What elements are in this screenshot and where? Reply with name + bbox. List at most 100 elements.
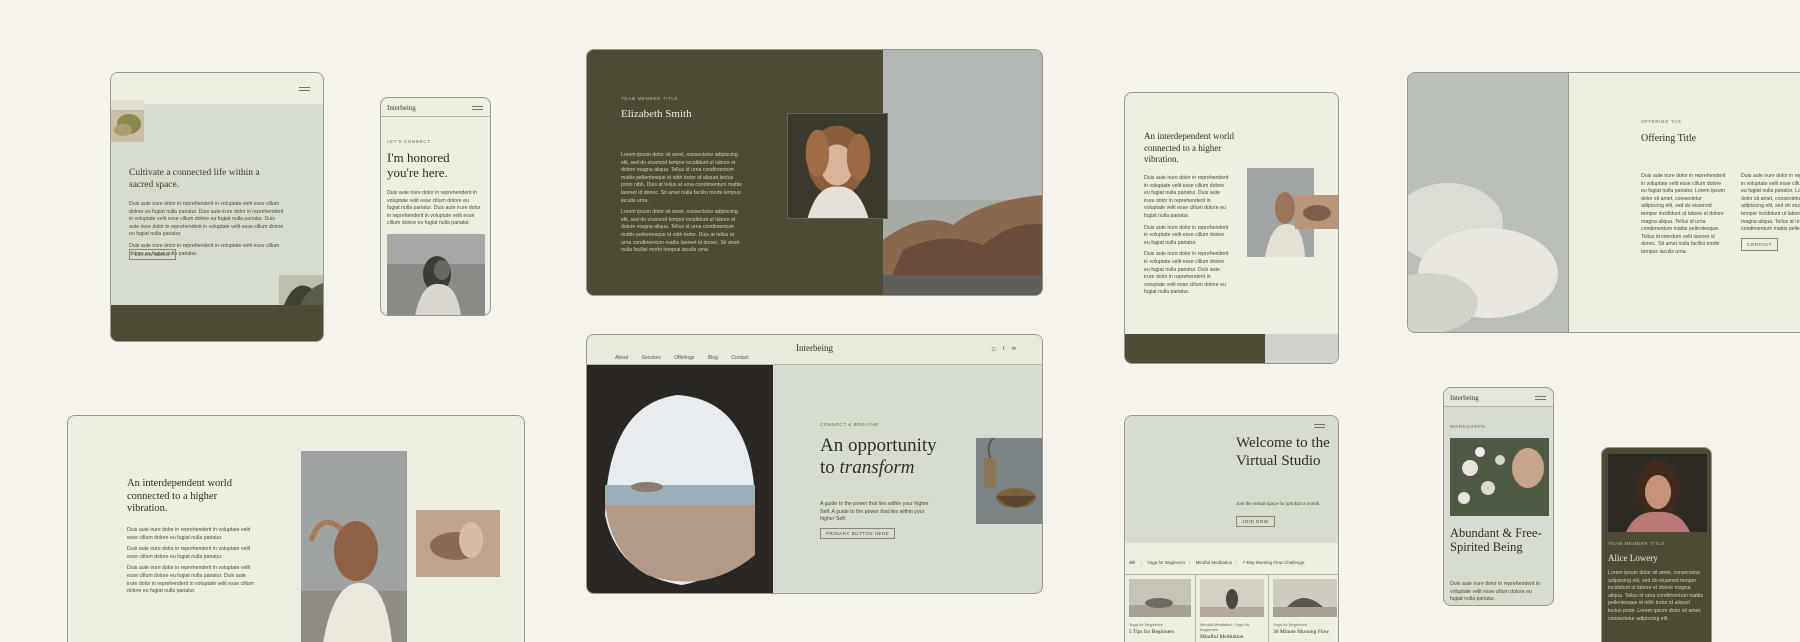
logo[interactable]: Interbeing (387, 104, 416, 112)
class-thumbnail (1273, 579, 1337, 617)
facebook-icon[interactable]: f (1003, 346, 1004, 352)
footer-band-light (1265, 334, 1338, 363)
template-card-interdependent-desktop: An interdependent world connected to a h… (67, 415, 525, 642)
hero-heading: An opportunity to transform (820, 435, 970, 479)
coast-photo (883, 50, 1042, 295)
menu-icon[interactable] (1314, 424, 1325, 428)
hero-heading: An interdependent world connected to a h… (1144, 131, 1234, 164)
divider (1268, 574, 1269, 642)
hero-heading: Abundant & Free-Spirited Being (1450, 526, 1542, 554)
heading-line-2: to (820, 457, 835, 478)
template-card-cultivate: Cultivate a connected life within a sacr… (110, 72, 324, 342)
learn-more-button[interactable]: Learn more (129, 249, 176, 260)
body-paragraph: Lorem ipsum dolor sit amet, consectetur … (621, 209, 740, 254)
body-paragraph: Duis aute irure dolor in reprehenderit i… (127, 546, 251, 560)
class-tag: Yoga for Beginners (1273, 622, 1307, 627)
footer-band (1125, 334, 1265, 363)
menu-icon[interactable] (472, 106, 483, 110)
class-thumbnail (1129, 579, 1191, 617)
body-paragraph: Duis aute irure dolor in reprehenderit i… (1741, 173, 1800, 233)
team-member-name: Elizabeth Smith (621, 108, 692, 120)
filter-mindful-meditation[interactable]: Mindful Meditation (1196, 560, 1233, 565)
class-title: Mindful Meditation (1200, 634, 1244, 640)
divider (1568, 73, 1569, 332)
social-links: ◻ f ✉ (991, 346, 1016, 352)
list-item[interactable]: Yoga for Beginners 5 Tips for Beginners (1129, 579, 1191, 635)
filter-morning-flow[interactable]: 7-Day Morning Flow Challenge (1243, 560, 1305, 565)
body-paragraph: Duis aute irure dolor in reprehenderit i… (127, 565, 254, 595)
hero-heading: Cultivate a connected life within a sacr… (129, 168, 260, 190)
menu-icon[interactable] (1535, 396, 1546, 400)
body-paragraph: Lorem ipsum dolor sit amet, consectetur … (1608, 570, 1704, 622)
body-paragraph: Duis aute irure dolor in reprehenderit i… (387, 190, 481, 227)
instagram-icon[interactable]: ◻ (991, 346, 995, 352)
nav-blog[interactable]: Blog (708, 355, 718, 361)
template-card-offering: Offering tag Offering Title Duis aute ir… (1407, 72, 1800, 333)
filter-all[interactable]: All (1129, 560, 1135, 565)
singing-bowl-photo (976, 438, 1042, 524)
template-card-abundant: Interbeing Workshops Abundant & Free-Spi… (1443, 387, 1554, 606)
heading-line-1: An opportunity (820, 435, 937, 456)
footer-band (111, 305, 323, 341)
portrait-photo (787, 113, 888, 219)
body-paragraph: Duis aute irure dolor in reprehenderit i… (1450, 581, 1540, 603)
portrait-photo (1608, 454, 1707, 532)
nav-about[interactable]: About (615, 355, 628, 361)
eyebrow: Connect & breathe (820, 422, 879, 427)
eyebrow: Offering tag (1641, 119, 1682, 124)
template-card-alice: Team member title Alice Lowery Lorem ips… (1601, 447, 1712, 642)
filter-yoga-beginners[interactable]: Yoga for Beginners (1147, 560, 1185, 565)
menu-icon[interactable] (299, 87, 310, 91)
template-card-opportunity: About Services Offerings Blog Contact In… (586, 334, 1043, 594)
flowers-photo (1450, 438, 1549, 516)
primary-button[interactable]: Primary button here (820, 528, 896, 539)
divider (1125, 574, 1338, 575)
class-thumbnail (1200, 579, 1264, 617)
body-paragraph: Duis aute irure dolor in reprehenderit i… (127, 527, 251, 541)
heading-emphasis: transform (839, 457, 915, 478)
eyebrow: Team member title (1608, 541, 1666, 546)
body-paragraph: A guide to the power that lies within yo… (820, 501, 929, 523)
email-icon[interactable]: ✉ (1012, 346, 1016, 352)
hero-heading: An interdependent world connected to a h… (127, 478, 232, 514)
eyebrow: Workshops (1450, 424, 1486, 429)
hero-subtitle: Join the virtual space for just $10 a mo… (1236, 501, 1321, 506)
join-now-button[interactable]: Join now (1236, 516, 1275, 527)
contact-button[interactable]: Contact (1741, 237, 1778, 252)
body-paragraph: Duis aute irure dolor in reprehenderit i… (1641, 173, 1726, 255)
offering-title: Offering Title (1641, 133, 1697, 144)
nav-offerings[interactable]: Offerings (674, 355, 694, 361)
logo[interactable]: Interbeing (587, 343, 1042, 353)
list-item[interactable]: Yoga for Beginners 30 Minute Morning Flo… (1273, 579, 1337, 635)
eyebrow: Let's connect (387, 139, 431, 144)
class-title: 5 Tips for Beginners (1129, 629, 1175, 635)
body-paragraph: Duis aute irure dolor in reprehenderit i… (1144, 224, 1229, 246)
class-tag: Yoga for Beginners (1129, 622, 1163, 627)
nav-services[interactable]: Services (642, 355, 661, 361)
divider (1195, 574, 1196, 642)
template-card-virtual-studio: Welcome to the Virtual Studio Join the v… (1124, 415, 1339, 642)
hero-heading: Welcome to the Virtual Studio (1236, 435, 1330, 469)
logo[interactable]: Interbeing (1450, 394, 1479, 402)
category-filters: All | Yoga for Beginners | Mindful Meditat… (1129, 560, 1305, 565)
hero-heading: I'm honored you're here. (387, 150, 450, 180)
body-paragraph: Lorem ipsum dolor sit amet, consectetur … (621, 152, 742, 204)
template-card-elizabeth: Team member title Elizabeth Smith Lorem … (586, 49, 1043, 296)
sea-cave-photo (587, 365, 773, 593)
body-paragraph: Duis aute irure dolor in reprehenderit i… (1144, 175, 1229, 219)
nav-contact[interactable]: Contact (731, 355, 748, 361)
template-card-interdependent-tablet: An interdependent world connected to a h… (1124, 92, 1339, 364)
plant-photo (111, 100, 144, 142)
woman-wind-photo (301, 451, 407, 642)
list-item[interactable]: Mindful Meditation, Yoga for Beginners M… (1200, 579, 1264, 640)
team-member-name: Alice Lowery (1608, 553, 1658, 563)
body-paragraph: Duis aute irure dolor in reprehenderit i… (129, 201, 284, 238)
clouds-photo (1408, 73, 1568, 332)
body-paragraph: Duis aute irure dolor in reprehenderit i… (1144, 251, 1229, 296)
detail-photo (1295, 195, 1338, 229)
woman-photo (387, 234, 485, 315)
site-header: About Services Offerings Blog Contact In… (587, 335, 1042, 365)
class-title: 30 Minute Morning Flow (1273, 629, 1330, 635)
template-card-honored: Interbeing Let's connect I'm honored you… (380, 97, 491, 316)
eyebrow: Team member title (621, 96, 679, 101)
